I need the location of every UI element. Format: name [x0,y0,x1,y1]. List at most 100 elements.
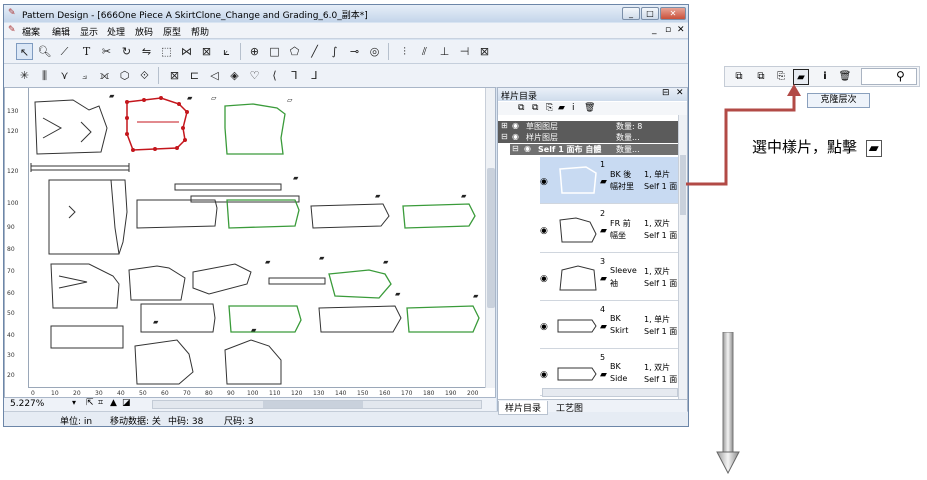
layer-row-sketch[interactable]: ⊞ ◉ 草图图层 数量: 8 [498,121,678,132]
piece-item[interactable]: ◉ 1 ▰ BK 後 幅衬里 1, 单片 Self 1 面 [540,157,678,204]
cross-icon[interactable]: ⊠ [476,43,493,60]
tab-piece-list[interactable]: 样片目录 [498,401,549,415]
dart-icon[interactable]: ✳ [16,67,33,84]
text-icon[interactable]: T [78,43,95,60]
buttonhole-icon[interactable]: ◈ [226,67,243,84]
split-icon[interactable]: ⬡ [116,67,133,84]
marker-icon[interactable]: ⊠ [166,67,183,84]
eye-icon[interactable]: ◉ [512,121,519,130]
mdi-restore-button[interactable]: ▫ [665,25,671,35]
collapse-icon[interactable]: ⊟ [512,144,519,153]
notch-icon[interactable]: ⊸ [346,43,363,60]
select-arrow-icon[interactable]: ↖ [16,43,33,60]
eye-icon[interactable]: ◉ [540,274,548,284]
mdi-close-button[interactable]: ✕ [677,25,685,35]
ruler-label: 150 [357,390,369,397]
maximize-button[interactable]: □ [641,7,659,20]
seam-icon[interactable]: ⋎ [56,67,73,84]
measure-icon[interactable]: ⊣ [456,43,473,60]
pin-icon[interactable]: ⊟ [662,88,670,98]
button-icon[interactable]: ◁ [206,67,223,84]
canvas-horizontal-scrollbar[interactable] [152,400,482,409]
duplicate-piece-icon[interactable]: ⎘ [546,103,553,113]
pleat-icon[interactable]: ⫼ [36,67,53,84]
eye-icon[interactable]: ◉ [512,132,519,141]
move-point-icon[interactable]: ⟀ [218,43,235,60]
tab-process-drawing[interactable]: 工艺图 [550,401,589,414]
new-piece-icon[interactable]: ⧉ [518,103,524,113]
eye-icon[interactable]: ◉ [540,177,548,187]
svg-text:▱: ▱ [211,94,217,102]
drawing-canvas[interactable]: 130 120 120 100 90 80 70 60 50 40 30 20 [4,87,496,398]
zoom-dropdown-icon[interactable]: ▾ [72,398,76,407]
layer-row-self[interactable]: ⊟ ◉ Self 1 面布 自體 数量... [510,144,678,155]
eye-icon[interactable]: ◉ [540,370,548,380]
grain-icon[interactable]: ⟐ [136,67,153,84]
canvas-vertical-scrollbar[interactable] [485,88,495,388]
zoom-icon[interactable]: 🔍︎ [36,43,53,60]
search-input[interactable]: ⚲ [861,68,917,85]
clone-layer-icon[interactable]: ▰ [558,103,565,113]
piece-item[interactable]: ◉ 3 ▰ Sleeve 袖 1, 双片 Self 1 面 [540,254,678,301]
view-icon[interactable]: ◪ [122,398,131,408]
minimize-button[interactable]: _ [622,7,640,20]
line-icon[interactable]: ╱ [306,43,323,60]
grade-icon[interactable]: ⬚ [158,43,175,60]
collapse-icon[interactable]: ⊟ [501,132,508,141]
zoom-level[interactable]: 5.227% [10,399,44,409]
flip-icon[interactable]: ⟗ [96,67,113,84]
eye-icon[interactable]: ◉ [540,226,548,236]
curve-icon[interactable]: ∫ [326,43,343,60]
corner-icon[interactable]: ⟨ [266,67,283,84]
info-icon[interactable]: i [817,69,833,85]
eye-icon[interactable]: ◉ [524,144,531,153]
info-icon[interactable]: i [572,103,575,113]
close-button[interactable]: ✕ [660,7,686,20]
menu-edit[interactable]: 编辑 [52,25,70,38]
hem-icon[interactable]: ♡ [246,67,263,84]
mdi-minimize-button[interactable]: _ [652,25,657,35]
piece-item[interactable]: ◉ 4 ▰ BK Skirt 1, 单片 Self 1 面 [540,302,678,349]
panel-horizontal-scrollbar[interactable] [542,388,678,397]
ruler-icon[interactable]: ⟋ [56,43,73,60]
tuck-icon[interactable]: ⊏ [186,67,203,84]
zoom-fit-icon[interactable]: ⇱ [86,398,94,408]
menu-grading[interactable]: 放码 [135,25,153,38]
fold-icon[interactable]: ⫽ [416,43,433,60]
expand-icon[interactable]: ⊞ [501,121,508,130]
menu-view[interactable]: 显示 [80,25,98,38]
menu-process[interactable]: 处理 [107,25,125,38]
cut-icon[interactable]: ✂ [98,43,115,60]
polygon-icon[interactable]: ⬠ [286,43,303,60]
dimension-icon[interactable]: ⊥ [436,43,453,60]
spiral-icon[interactable]: ◎ [366,43,383,60]
piece-name-cn: Side [610,374,628,383]
fullness-icon[interactable]: ⟓ [76,67,93,84]
rectangle-icon[interactable]: □ [266,43,283,60]
menu-file[interactable]: 檔案 [22,25,40,38]
piece-item[interactable]: ◉ 2 ▰ FR 前 幅坐 1, 双片 Self 1 面 [540,206,678,253]
layer-row-pieces[interactable]: ⊟ ◉ 样片图层 数量... [498,132,678,143]
mirror-icon[interactable]: ⇋ [138,43,155,60]
eye-icon[interactable]: ◉ [540,322,548,332]
rotate-icon[interactable]: ↻ [118,43,135,60]
point-icon[interactable]: ⊕ [246,43,263,60]
delete-icon[interactable]: 🗑︎ [837,69,853,85]
scroll-thumb[interactable] [263,401,363,408]
copy-piece-icon[interactable]: ⧉ [532,103,538,113]
ruler-angle-icon[interactable]: ⅃ [306,67,323,84]
delete-icon[interactable]: 🗑︎ [584,103,595,113]
search-icon[interactable]: ⚲ [896,69,905,83]
mountain-icon[interactable]: ▲ [110,398,117,408]
transform-icon[interactable]: ⊠ [198,43,215,60]
ruler-label: 120 [7,168,19,175]
align-icon[interactable]: ⋈ [178,43,195,60]
ruler-label: 0 [31,390,35,397]
svg-text:▰: ▰ [251,326,257,334]
menu-help[interactable]: 帮助 [191,25,209,38]
vertical-align-icon[interactable]: ⫶ [396,43,413,60]
zoom-region-icon[interactable]: ⌗ [98,398,103,408]
menu-prototype[interactable]: 原型 [163,25,181,38]
scroll-thumb[interactable] [487,168,495,308]
bracket-icon[interactable]: ⅂ [286,67,303,84]
